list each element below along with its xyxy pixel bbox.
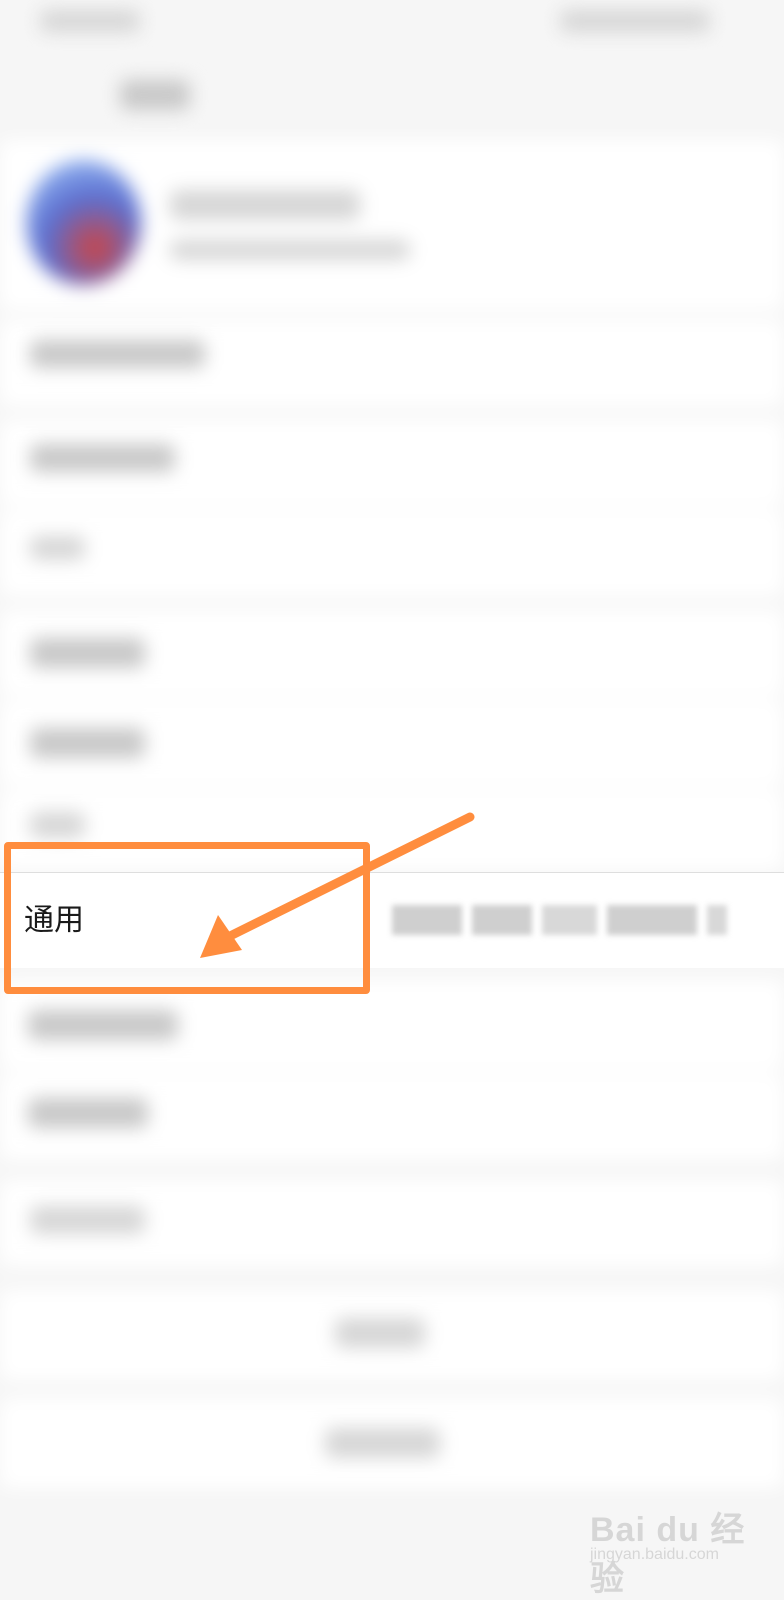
- settings-screen: 通用 Bai du 经验 jingyan.baidu.com: [0, 0, 784, 1600]
- avatar[interactable]: [26, 160, 141, 285]
- settings-row-general-value-redacted: [392, 905, 752, 935]
- annotation-highlight-box: [4, 842, 370, 994]
- baidu-jingyan-watermark: Bai du 经验 jingyan.baidu.com: [590, 1488, 750, 1598]
- watermark-url: jingyan.baidu.com: [590, 1546, 719, 1563]
- blurred-background: [0, 0, 784, 1600]
